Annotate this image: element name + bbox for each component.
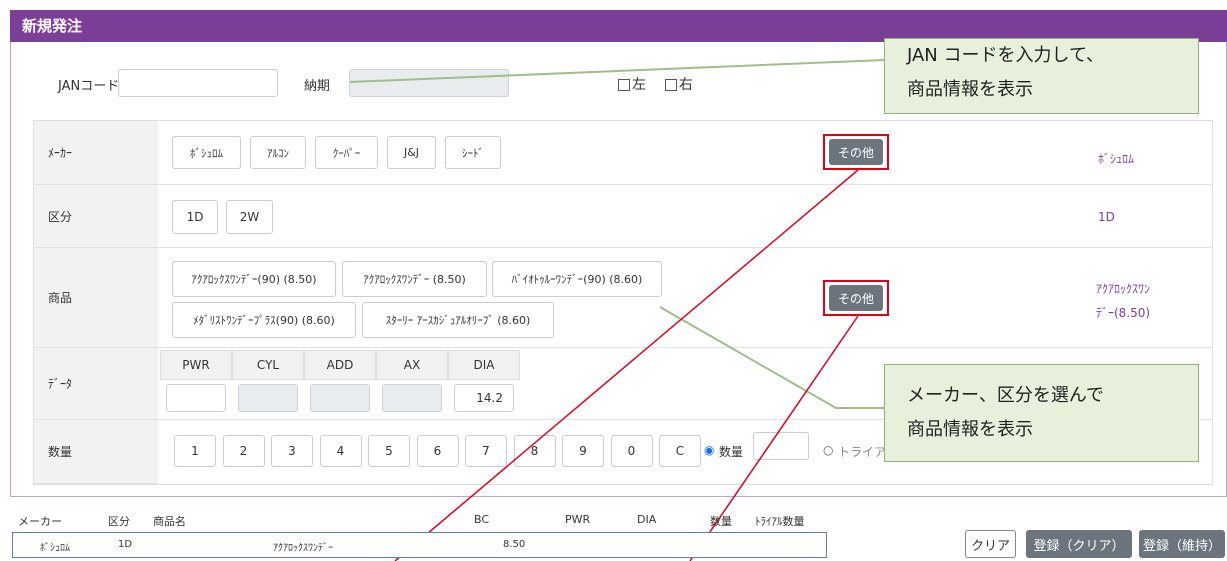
row-bc: 8.50 <box>503 539 526 550</box>
callout-connector-maker <box>659 306 884 409</box>
row-name: ｱｸｱﾛｯｸｽﾜﾝﾃﾞｰ <box>273 543 333 554</box>
red-pointer-maker <box>394 169 859 561</box>
callout-connector-jan <box>349 59 885 83</box>
list-header-kubun: 区分 <box>108 515 130 528</box>
list-header-dia: DIA <box>637 513 657 526</box>
save-clear-button[interactable]: 登録（クリア） <box>1026 530 1132 558</box>
save-keep-button[interactable]: 登録（維持） <box>1139 530 1225 558</box>
list-header-bc: BC <box>474 513 490 526</box>
table-row[interactable] <box>12 532 827 558</box>
list-header-maker: メーカー <box>18 515 62 528</box>
list-header-qty: 数量 <box>710 515 732 528</box>
list-header-trial: ﾄﾗｲｱﾙ数量 <box>755 515 805 528</box>
annotation-lines <box>349 59 885 561</box>
list-header-name: 商品名 <box>153 515 186 528</box>
row-kubun: 1D <box>118 539 133 550</box>
list-header-pwr: PWR <box>565 513 591 526</box>
clear-button[interactable]: クリア <box>965 530 1016 558</box>
row-maker: ﾎﾞｼｭﾛﾑ <box>40 543 70 554</box>
